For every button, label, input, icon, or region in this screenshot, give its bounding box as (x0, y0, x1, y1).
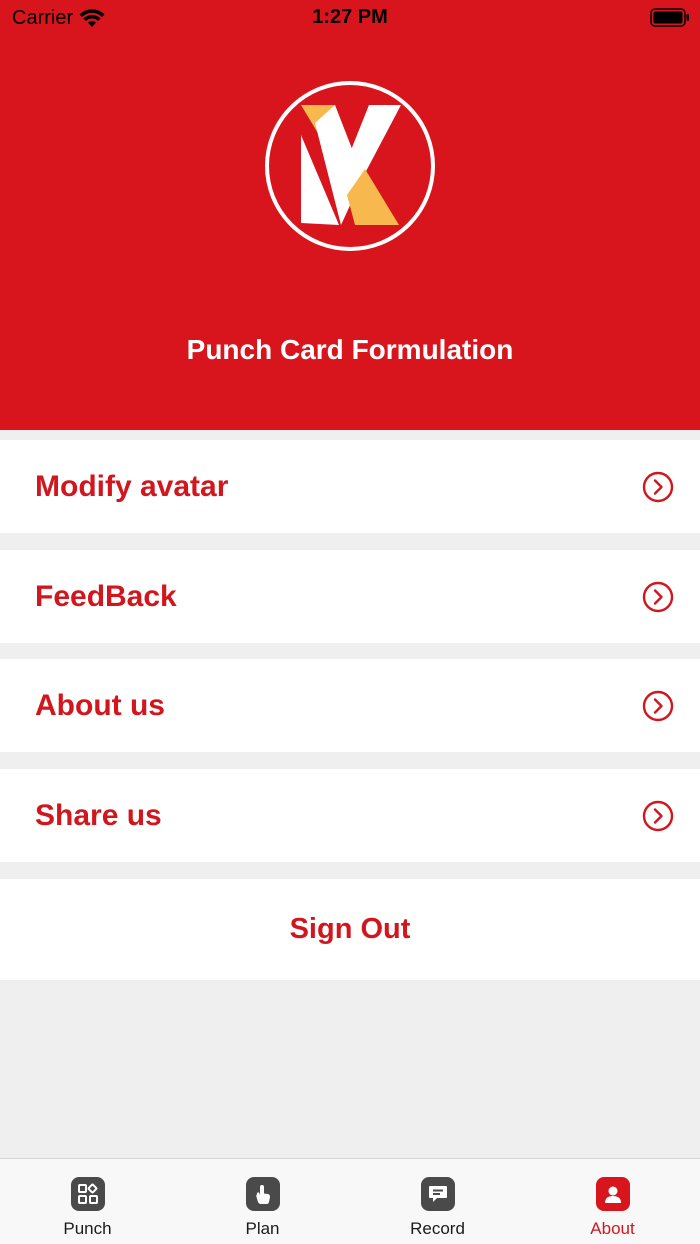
tab-label: Plan (245, 1219, 280, 1238)
menu-item-modify-avatar[interactable]: Modify avatar (0, 440, 700, 533)
menu-item-label: Share us (35, 798, 162, 832)
tab-bar: Punch Plan Record About (0, 1158, 700, 1244)
chevron-right-circle-icon (642, 581, 674, 612)
app-title: Punch Card Formulation (186, 334, 514, 365)
tab-punch[interactable]: Punch (0, 1159, 175, 1244)
chevron-right-circle-icon (642, 800, 674, 831)
tab-label: About (590, 1219, 635, 1238)
menu-item-label: Modify avatar (35, 469, 229, 503)
hand-pointer-icon (245, 1177, 280, 1211)
menu-item-about-us[interactable]: About us (0, 659, 700, 752)
tab-about[interactable]: About (525, 1159, 700, 1244)
chevron-right-circle-icon (642, 471, 674, 502)
tab-record[interactable]: Record (350, 1159, 525, 1244)
chevron-right-circle-icon (642, 690, 674, 721)
battery-icon (650, 8, 689, 27)
tab-plan[interactable]: Plan (175, 1159, 350, 1244)
sign-out-label: Sign Out (289, 913, 411, 945)
tab-label: Record (410, 1219, 465, 1238)
tab-label: Punch (63, 1219, 112, 1238)
grid-apps-icon (70, 1177, 105, 1211)
status-time: 1:27 PM (312, 6, 388, 28)
profile-header: Carrier 1:27 PM Punch Card Formulation (0, 0, 700, 430)
status-bar: Carrier 1:27 PM (0, 0, 700, 36)
menu-item-share-us[interactable]: Share us (0, 769, 700, 862)
app-logo (265, 81, 435, 251)
menu-item-label: About us (35, 688, 165, 722)
logo-mark-icon (301, 105, 401, 225)
message-icon (420, 1177, 455, 1211)
sign-out-button[interactable]: Sign Out (0, 879, 700, 980)
menu-item-label: FeedBack (35, 579, 177, 613)
menu-item-feedback[interactable]: FeedBack (0, 550, 700, 643)
person-icon (595, 1177, 630, 1211)
